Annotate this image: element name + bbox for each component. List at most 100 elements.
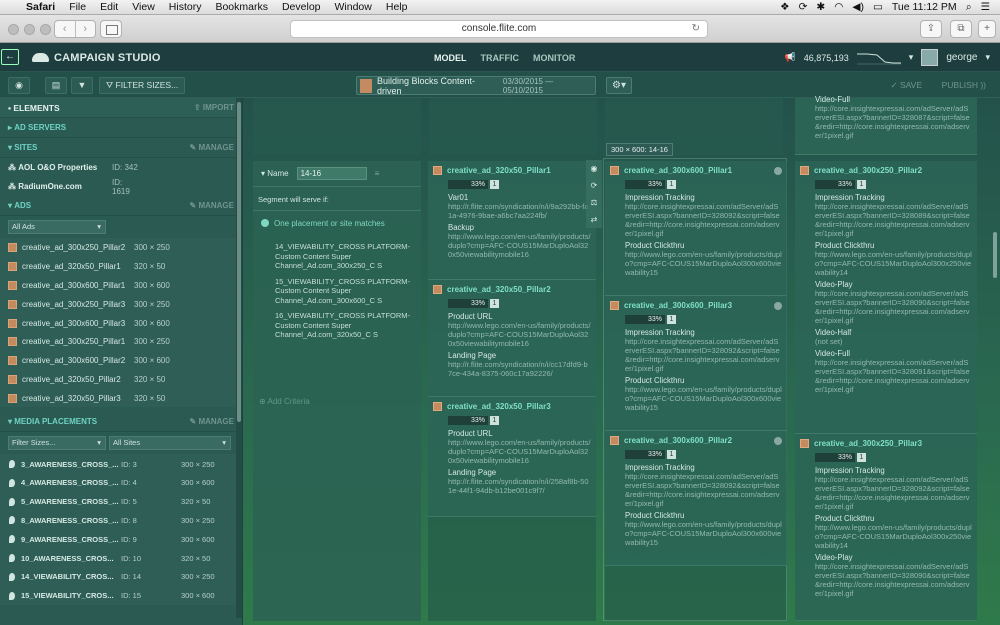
list-item[interactable]: 3_AWARENESS_CROSS_... ID: 3 300 × 250 — [0, 454, 242, 473]
sites-section[interactable]: ▾ SITES ✎ MANAGE — [0, 138, 242, 158]
ads-manage-button[interactable]: ✎ MANAGE — [190, 201, 235, 210]
field-value[interactable]: http://r.flite.com/syndication/n/i/9a292… — [448, 202, 591, 220]
field-value[interactable]: http://core.insightexpressai.com/adServe… — [815, 358, 972, 394]
field-value[interactable]: http://www.lego.com/en-us/family/product… — [625, 520, 782, 547]
field-value[interactable]: http://core.insightexpressai.com/adServe… — [625, 337, 782, 373]
segment-match-mode[interactable]: One placement or site matches — [253, 211, 421, 236]
new-tab-button[interactable]: + — [978, 20, 996, 38]
refresh-icon[interactable]: ⟳ — [591, 181, 598, 190]
user-menu-chevron-icon[interactable]: ▾ — [985, 52, 990, 63]
share-button[interactable]: ⇪ — [920, 20, 942, 38]
card-title[interactable]: creative_ad_320x50_Pillar3 — [447, 402, 551, 411]
list-item[interactable]: 5_AWARENESS_CROSS_... ID: 5 320 × 50 — [0, 491, 242, 511]
back-button[interactable]: ← — [1, 49, 19, 65]
ads-filter-select[interactable]: All Ads — [8, 220, 106, 234]
segment-placement[interactable]: 16_VIEWABILITY_CROSS PLATFORM-Custom Con… — [275, 311, 413, 340]
media-placements-section[interactable]: ▾ MEDIA PLACEMENTS ✎ MANAGE — [0, 412, 242, 433]
menu-app-name[interactable]: Safari — [26, 1, 55, 13]
app-logo[interactable]: CAMPAIGN STUDIO — [32, 52, 161, 64]
field-value[interactable]: http://core.insightexpressai.com/adServe… — [815, 562, 972, 598]
list-item[interactable]: 14_VIEWABILITY_CROS... ID: 14 300 × 250 — [0, 566, 242, 586]
list-item[interactable]: creative_ad_300x600_Pillar1 300 × 600 — [0, 275, 242, 295]
preview-eye-icon[interactable]: ◉ — [8, 77, 30, 94]
list-item[interactable]: 15_VIEWABILITY_CROS... ID: 15 300 × 600 — [0, 585, 242, 605]
list-item[interactable]: 10_AWARENESS_CROS... ID: 10 320 × 50 — [0, 548, 242, 567]
field-value[interactable]: http://www.lego.com/en-us/family/product… — [625, 385, 782, 412]
list-item[interactable]: 8_AWARENESS_CROSS_... ID: 8 300 × 250 — [0, 510, 242, 530]
menu-edit[interactable]: Edit — [100, 1, 118, 13]
menu-develop[interactable]: Develop — [282, 1, 321, 13]
comments-icon[interactable]: ▤ — [45, 77, 67, 94]
sparkline-dropdown-icon[interactable]: ▾ — [909, 52, 914, 63]
list-item[interactable]: creative_ad_320x50_Pillar1 320 × 50 — [0, 256, 242, 276]
tabs-overview-button[interactable]: ⧉ — [950, 20, 972, 38]
field-value[interactable]: http://core.insightexpressai.com/adServe… — [815, 475, 972, 511]
menu-view[interactable]: View — [132, 1, 155, 13]
gear-icon[interactable]: ⚙▾ — [606, 77, 632, 94]
split-icon[interactable]: ⇄ — [591, 215, 598, 224]
sync-icon[interactable]: ⟳ — [799, 1, 808, 13]
list-item[interactable]: creative_ad_300x600_Pillar3 300 × 600 — [0, 313, 242, 332]
field-value[interactable]: http://core.insightexpressai.com/adServe… — [625, 202, 782, 238]
username[interactable]: george — [946, 52, 977, 63]
save-button[interactable]: ✓ SAVE — [890, 80, 922, 91]
list-item[interactable]: creative_ad_320x50_Pillar3 320 × 50 — [0, 388, 242, 408]
field-value[interactable]: http://core.insightexpressai.com/adServe… — [625, 472, 782, 508]
traffic-weight[interactable]: 33% 1 — [448, 416, 591, 425]
tab-model[interactable]: MODEL — [434, 53, 467, 63]
site-row[interactable]: ⁂ AOL O&O Properties ID: 342 — [0, 158, 242, 177]
list-item[interactable]: creative_ad_300x250_Pillar2 300 × 250 — [0, 238, 242, 257]
creative-card[interactable]: creative_ad_300x600_Pillar1 33% 1 Impress… — [605, 161, 787, 296]
sites-manage-button[interactable]: ✎ MANAGE — [190, 143, 235, 152]
menu-file[interactable]: File — [69, 1, 86, 13]
megaphone-icon[interactable]: 📢 — [785, 52, 796, 63]
top-right-card-fragment[interactable]: Video-Full http://core.insightexpressai.… — [795, 95, 977, 155]
dropdown-circle-icon[interactable]: ▼ — [71, 77, 93, 94]
campaign-selector[interactable]: Building Blocks Content-driven 03/30/201… — [356, 76, 596, 96]
remove-icon[interactable] — [774, 436, 782, 445]
traffic-weight[interactable]: 33% 1 — [625, 450, 782, 459]
creative-card[interactable]: creative_ad_320x50_Pillar1 33% 1 Var01 ht… — [428, 161, 596, 280]
field-value[interactable]: http://core.insightexpressai.com/adServe… — [815, 202, 972, 238]
list-item[interactable]: 9_AWARENESS_CROSS_... ID: 9 300 × 600 — [0, 529, 242, 549]
dropbox-icon[interactable]: ❖ — [780, 1, 789, 13]
tab-traffic[interactable]: TRAFFIC — [481, 53, 520, 63]
placements-site-filter[interactable]: All Sites — [109, 436, 231, 451]
field-value[interactable]: http://core.insightexpressai.com/adServe… — [815, 289, 972, 325]
bluetooth-icon[interactable]: ✱ — [816, 1, 825, 13]
filter-sizes-button[interactable]: ⛛ FILTER SIZES... — [99, 77, 186, 94]
spotlight-icon[interactable]: ⌕ — [966, 1, 972, 14]
clock[interactable]: Tue 11:12 PM — [892, 1, 957, 13]
left-panel-scrollbar[interactable] — [236, 98, 242, 618]
field-value[interactable]: (not set) — [815, 337, 972, 346]
field-value[interactable]: http://www.lego.com/en-us/family/product… — [625, 250, 782, 277]
list-item[interactable]: creative_ad_300x250_Pillar3 300 × 250 — [0, 294, 242, 314]
publish-button[interactable]: PUBLISH )) — [942, 80, 986, 90]
balance-icon[interactable]: ⚖ — [590, 198, 597, 207]
site-row[interactable]: ⁂ RadiumOne.com ID: 1619 — [0, 177, 242, 196]
field-value[interactable]: http://www.lego.com/en-us/family/product… — [815, 523, 972, 550]
creative-card[interactable]: creative_ad_320x50_Pillar3 33% 1 Product … — [428, 397, 596, 517]
field-value[interactable]: http://r.flite.com/syndication/n/i/258af… — [448, 477, 591, 495]
menu-icon[interactable]: ≡ — [375, 169, 380, 178]
field-value[interactable]: http://www.lego.com/en-us/family/product… — [815, 250, 972, 277]
traffic-weight[interactable]: 33% 1 — [625, 315, 782, 324]
reload-icon[interactable]: ↻ — [692, 21, 700, 37]
battery-icon[interactable]: ▭ — [873, 1, 883, 13]
segment-name-input[interactable]: 14-16 — [296, 167, 367, 180]
notification-center-icon[interactable]: ☰ — [981, 1, 990, 13]
field-value[interactable]: http://www.lego.com/en-us/family/product… — [448, 438, 591, 465]
creative-card[interactable]: creative_ad_300x250_Pillar3 33% 1 Impress… — [795, 434, 977, 621]
ads-section[interactable]: ▾ ADS ✎ MANAGE — [0, 196, 242, 216]
menu-window[interactable]: Window — [335, 1, 372, 13]
creative-card[interactable]: creative_ad_320x50_Pillar2 33% 1 Product … — [428, 280, 596, 397]
traffic-weight[interactable]: 33% 1 — [815, 180, 972, 189]
card-title[interactable]: creative_ad_300x600_Pillar1 — [624, 166, 732, 175]
list-item[interactable]: 4_AWARENESS_CROSS_... ID: 4 300 × 600 — [0, 472, 242, 492]
wifi-icon[interactable]: ◠ — [834, 1, 843, 13]
avatar[interactable] — [921, 49, 939, 66]
import-button[interactable]: ⇪ IMPORT — [194, 103, 234, 112]
creative-card[interactable]: creative_ad_300x250_Pillar2 33% 1 Impress… — [795, 161, 977, 434]
traffic-weight[interactable]: 33% 1 — [448, 180, 591, 189]
list-item[interactable]: creative_ad_320x50_Pillar2 320 × 50 — [0, 369, 242, 389]
